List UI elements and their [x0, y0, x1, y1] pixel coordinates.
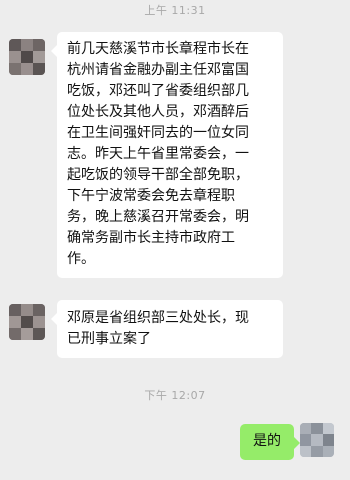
- avatar-pixel: [21, 328, 33, 340]
- avatar-pixel: [33, 316, 45, 328]
- avatar-pixel: [300, 423, 311, 434]
- message-line: 吃饭，邓还叫了省委组织部几: [67, 83, 249, 99]
- avatar-pixel: [21, 51, 33, 63]
- message-text: 是的: [253, 433, 281, 449]
- my-avatar-icon[interactable]: [300, 423, 334, 457]
- avatar-pixel: [21, 39, 33, 51]
- message-line: 前几天慈溪节市长章程市长在: [67, 41, 249, 57]
- message-bubble-incoming[interactable]: 邓原是省组织部三处处长，现 已刑事立案了: [51, 300, 283, 358]
- avatar-pixel: [9, 39, 21, 51]
- timestamp-afternoon: 下午 12:07: [144, 389, 206, 402]
- avatar-pixel: [9, 51, 21, 63]
- message-line: 作。: [67, 251, 95, 267]
- avatar-pixel: [21, 63, 33, 75]
- contact-avatar-icon[interactable]: [9, 304, 45, 340]
- avatar-pixel: [323, 423, 334, 434]
- avatar-pixel: [33, 328, 45, 340]
- message-line: 杭州请省金融办副主任邓富国: [67, 62, 249, 78]
- avatar-pixel: [9, 63, 21, 75]
- message-line: 已刑事立案了: [67, 331, 151, 347]
- avatar-pixel: [323, 446, 334, 457]
- message-line: 位处长及其他人员，邓酒醉后: [67, 104, 249, 120]
- message-bubble-outgoing[interactable]: 是的: [240, 424, 300, 460]
- avatar-pixel: [300, 446, 311, 457]
- contact-avatar-icon[interactable]: [9, 39, 45, 75]
- message-line: 邓原是省组织部三处处长，现: [67, 310, 249, 326]
- avatar-pixel: [9, 328, 21, 340]
- message-line: 在卫生间强奸同去的一位女同: [67, 125, 249, 141]
- avatar-pixel: [33, 304, 45, 316]
- message-line: 务，晚上慈溪召开常委会，明: [67, 209, 249, 225]
- avatar-pixel: [9, 304, 21, 316]
- avatar-pixel: [311, 434, 323, 446]
- avatar-pixel: [300, 434, 311, 446]
- avatar-pixel: [311, 423, 323, 434]
- timestamp-morning: 上午 11:31: [144, 4, 206, 17]
- avatar-pixel: [9, 316, 21, 328]
- avatar-pixel: [33, 63, 45, 75]
- message-line: 志。昨天上午省里常委会，一: [67, 146, 249, 162]
- message-bubble-incoming[interactable]: 前几天慈溪节市长章程市长在 杭州请省金融办副主任邓富国 吃饭，邓还叫了省委组织部…: [51, 32, 283, 278]
- message-line: 下午宁波常委会免去章程职: [67, 188, 235, 204]
- message-line: 确常务副市长主持市政府工: [67, 230, 235, 246]
- avatar-pixel: [33, 39, 45, 51]
- avatar-pixel: [21, 304, 33, 316]
- avatar-pixel: [21, 316, 33, 328]
- avatar-pixel: [33, 51, 45, 63]
- avatar-pixel: [311, 446, 323, 457]
- message-line: 起吃饭的领导干部全部免职，: [67, 167, 249, 183]
- avatar-pixel: [323, 434, 334, 446]
